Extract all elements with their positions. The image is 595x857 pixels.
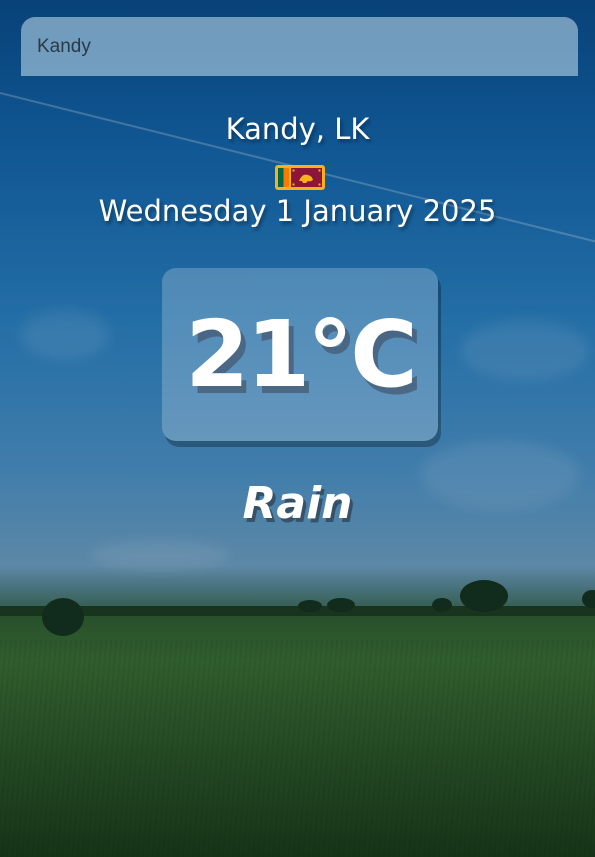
location-title: Kandy, LK bbox=[225, 112, 370, 146]
temperature-card: 21°C bbox=[162, 268, 438, 441]
temperature-value: 21°C bbox=[185, 301, 418, 408]
search-input[interactable] bbox=[21, 17, 578, 76]
weather-condition: Rain bbox=[242, 478, 353, 529]
sri-lanka-flag-icon bbox=[275, 165, 325, 190]
date-label: Wednesday 1 January 2025 bbox=[98, 194, 497, 228]
